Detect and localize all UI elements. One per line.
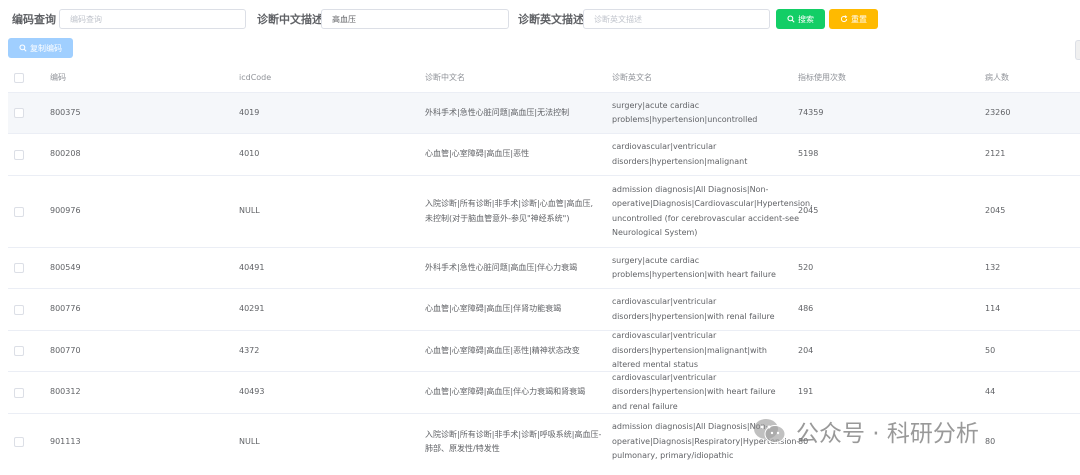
table-row[interactable]: 800549 40491 外科手术|急性心脏问题|高血压|伴心力衰竭 surge… bbox=[8, 248, 1080, 289]
cell-usage-count: 2045 bbox=[798, 206, 819, 216]
search-icon bbox=[787, 15, 795, 23]
header-icdcode: icdCode bbox=[239, 72, 272, 82]
cn-desc-input[interactable] bbox=[321, 9, 509, 29]
cell-patient-count: 114 bbox=[985, 304, 1001, 314]
watermark-text: 公众号 · 科研分析 bbox=[796, 421, 979, 447]
cell-icdcode: 40291 bbox=[239, 304, 265, 314]
cell-cn-name: 外科手术|急性心脏问题|高血压|无法控制 bbox=[425, 107, 570, 117]
wechat-logo-icon bbox=[754, 419, 786, 443]
cell-cn-name: 外科手术|急性心脏问题|高血压|伴心力衰竭 bbox=[425, 262, 578, 272]
cell-usage-count: 191 bbox=[798, 387, 814, 397]
cell-patient-count: 132 bbox=[985, 262, 1001, 272]
cell-patient-count: 80 bbox=[985, 436, 996, 446]
search-bar: 编码查询 诊断中文描述 诊断英文描述 搜索 重置 bbox=[0, 0, 1080, 38]
table-row[interactable]: 800776 40291 心血管|心室障碍|高血压|伴肾功能衰竭 cardiov… bbox=[8, 289, 1080, 331]
row-checkbox[interactable] bbox=[14, 304, 24, 315]
cell-patient-count: 2121 bbox=[985, 149, 1006, 159]
scroll-handle[interactable] bbox=[1075, 40, 1080, 60]
row-checkbox[interactable] bbox=[14, 263, 24, 273]
cn-desc-label: 诊断中文描述 bbox=[257, 13, 323, 26]
cell-patient-count: 50 bbox=[985, 345, 996, 355]
watermark: 公众号 · 科研分析 bbox=[752, 414, 979, 448]
row-checkbox[interactable] bbox=[14, 346, 24, 356]
cell-en-name: surgery|acute cardiac problems|hypertens… bbox=[612, 100, 758, 125]
cell-code: 900976 bbox=[50, 206, 81, 216]
row-checkbox[interactable] bbox=[14, 437, 24, 447]
cell-usage-count: 5198 bbox=[798, 149, 819, 159]
row-checkbox[interactable] bbox=[14, 387, 24, 398]
table-row[interactable]: 800770 4372 心血管|心室障碍|高血压|恶性|精神状态改变 cardi… bbox=[8, 331, 1080, 372]
table-header-row: 编码 icdCode 诊断中文名 诊断英文名 指标使用次数 病人数 bbox=[8, 64, 1080, 93]
table-row[interactable]: 800208 4010 心血管|心室障碍|高血压|恶性 cardiovascul… bbox=[8, 134, 1080, 176]
search-button[interactable]: 搜索 bbox=[776, 9, 825, 29]
cell-icdcode: 4019 bbox=[239, 107, 260, 117]
row-checkbox[interactable] bbox=[14, 149, 24, 160]
cell-cn-name: 心血管|心室障碍|高血压|恶性|精神状态改变 bbox=[425, 345, 580, 355]
table-row[interactable]: 800375 4019 外科手术|急性心脏问题|高血压|无法控制 surgery… bbox=[8, 93, 1080, 134]
code-search-label: 编码查询 bbox=[12, 13, 56, 26]
cell-cn-name: 心血管|心室障碍|高血压|伴心力衰竭和肾衰竭 bbox=[425, 387, 586, 397]
cell-usage-count: 74359 bbox=[798, 107, 824, 117]
cell-code: 901113 bbox=[50, 436, 81, 446]
cell-patient-count: 44 bbox=[985, 387, 996, 397]
cell-code: 800770 bbox=[50, 345, 81, 355]
cell-usage-count: 204 bbox=[798, 345, 814, 355]
cell-icdcode: NULL bbox=[239, 206, 260, 216]
search-button-label: 搜索 bbox=[798, 14, 814, 24]
refresh-icon bbox=[840, 15, 848, 23]
header-usage-count: 指标使用次数 bbox=[798, 72, 846, 82]
cell-code: 800375 bbox=[50, 107, 81, 117]
cell-cn-name: 入院诊断|所有诊断|非手术|诊断|呼吸系统|高血压-肺部、原发性/特发性 bbox=[425, 429, 602, 454]
cell-en-name: cardiovascular|ventricular disorders|hyp… bbox=[612, 142, 748, 166]
cell-code: 800549 bbox=[50, 262, 81, 272]
copy-code-button[interactable]: 复制编码 bbox=[8, 38, 73, 58]
copy-code-button-label: 复制编码 bbox=[30, 43, 62, 53]
cell-code: 800776 bbox=[50, 304, 81, 314]
cell-cn-name: 心血管|心室障碍|高血压|恶性 bbox=[425, 149, 530, 159]
en-desc-label: 诊断英文描述 bbox=[518, 13, 584, 26]
cell-icdcode: 4010 bbox=[239, 149, 260, 159]
cell-code: 800312 bbox=[50, 387, 81, 397]
table-row[interactable]: 800312 40493 心血管|心室障碍|高血压|伴心力衰竭和肾衰竭 card… bbox=[8, 372, 1080, 414]
cell-patient-count: 2045 bbox=[985, 206, 1006, 216]
cell-en-name: cardiovascular|ventricular disorders|hyp… bbox=[612, 331, 768, 370]
header-code: 编码 bbox=[50, 72, 66, 82]
cell-cn-name: 入院诊断|所有诊断|非手术|诊断|心血管|高血压, 未控制(对于脑血管意外-参见… bbox=[425, 199, 594, 223]
select-all-checkbox[interactable] bbox=[14, 73, 24, 83]
header-patient-count: 病人数 bbox=[985, 72, 1009, 82]
cell-en-name: admission diagnosis|All Diagnosis|Non-op… bbox=[612, 184, 813, 238]
cell-icdcode: NULL bbox=[239, 436, 260, 446]
reset-button[interactable]: 重置 bbox=[829, 9, 878, 29]
row-checkbox[interactable] bbox=[14, 108, 24, 118]
cell-icdcode: 40491 bbox=[239, 262, 265, 272]
cell-code: 800208 bbox=[50, 149, 81, 159]
row-checkbox[interactable] bbox=[14, 206, 24, 217]
cell-usage-count: 520 bbox=[798, 262, 814, 272]
cell-icdcode: 4372 bbox=[239, 345, 260, 355]
header-cn-name: 诊断中文名 bbox=[425, 72, 465, 82]
cell-en-name: surgery|acute cardiac problems|hypertens… bbox=[612, 255, 776, 280]
cell-cn-name: 心血管|心室障碍|高血压|伴肾功能衰竭 bbox=[425, 304, 562, 314]
code-search-input[interactable] bbox=[59, 9, 246, 29]
en-desc-input[interactable] bbox=[583, 9, 770, 29]
cell-icdcode: 40493 bbox=[239, 387, 265, 397]
cell-usage-count: 486 bbox=[798, 304, 814, 314]
cell-en-name: cardiovascular|ventricular disorders|hyp… bbox=[612, 297, 775, 321]
table-row[interactable]: 900976 NULL 入院诊断|所有诊断|非手术|诊断|心血管|高血压, 未控… bbox=[8, 176, 1080, 248]
cell-patient-count: 23260 bbox=[985, 107, 1011, 117]
reset-button-label: 重置 bbox=[851, 14, 867, 24]
cell-en-name: cardiovascular|ventricular disorders|hyp… bbox=[612, 372, 776, 411]
header-en-name: 诊断英文名 bbox=[612, 72, 652, 82]
search-icon bbox=[19, 44, 27, 52]
